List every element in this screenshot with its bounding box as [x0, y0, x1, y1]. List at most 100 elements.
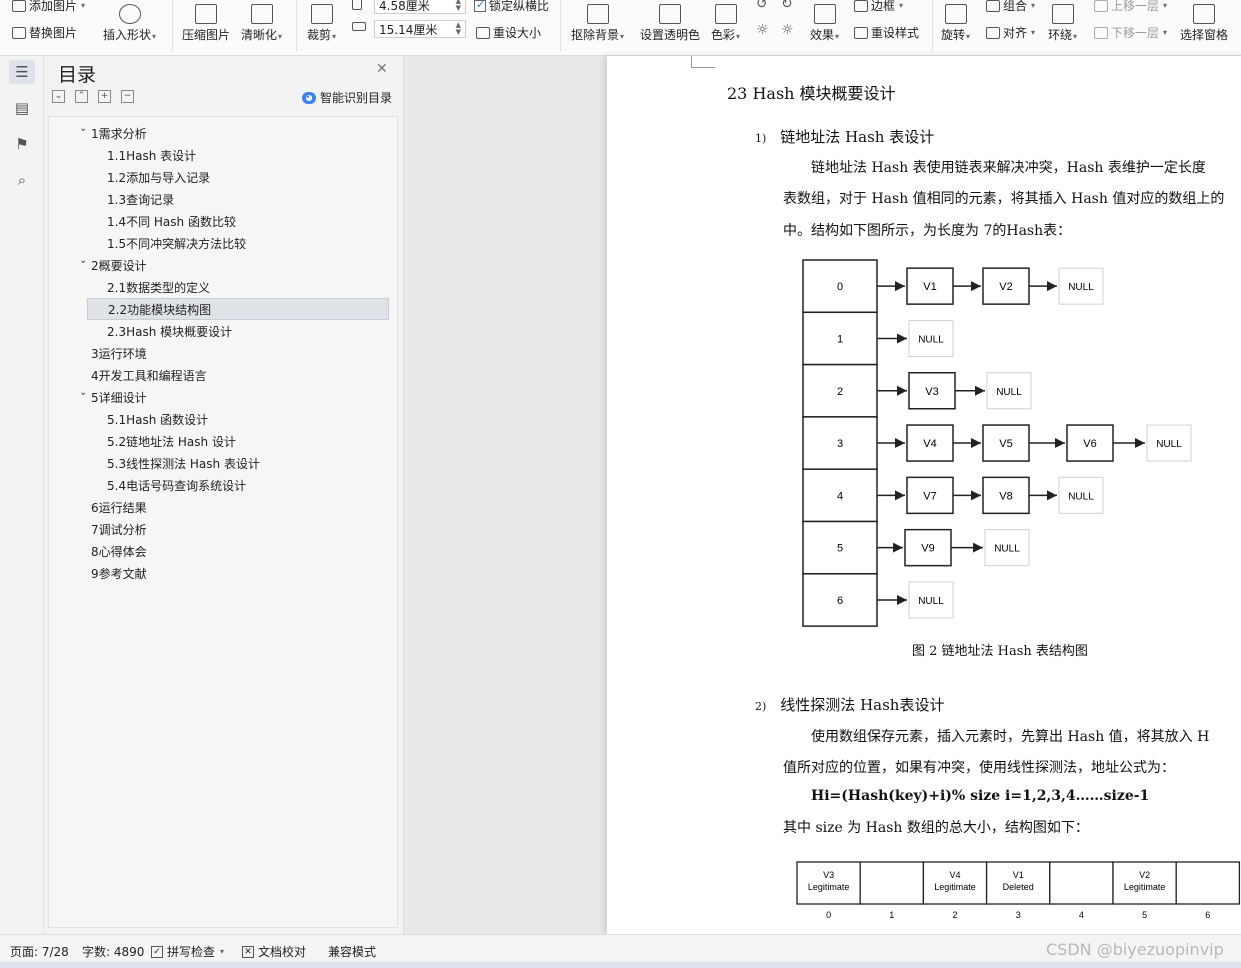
collapse-up-icon[interactable]: ⌃ [75, 90, 88, 103]
width-input[interactable]: 15.14厘米 ▲ ▼ [374, 20, 466, 38]
toc-item[interactable]: ⌄ 1需求分析 [79, 122, 381, 144]
outline-icon[interactable]: ☰ [9, 60, 35, 84]
toc-item[interactable]: 4开发工具和编程语言 [91, 364, 381, 386]
divider [932, 0, 933, 52]
bucket-label: 6 [837, 595, 843, 607]
reset-style-button[interactable]: 重设样式 [854, 24, 919, 41]
color-icon [714, 4, 737, 24]
subsection-heading-1: 1) 链地址法 Hash 表设计 [755, 128, 935, 146]
close-icon[interactable]: ✕ [376, 61, 388, 77]
reset-size-button[interactable]: 重设大小 [476, 24, 541, 41]
bring-forward-icon [1094, 0, 1108, 12]
remove-background-icon [586, 4, 609, 24]
effects-button[interactable]: 效果▾ [810, 4, 839, 43]
expand-all-icon[interactable]: + [98, 90, 111, 103]
word-count[interactable]: 字数: 4890 [82, 943, 144, 960]
arrow-head-icon [1047, 281, 1057, 292]
chain-hash-diagram[interactable]: 0 V1 V2 NULL 1 NULL 2 V3 NULL 3 V4 V5 V6 NULL 4 V7 V8 NUL… [797, 256, 1241, 636]
toc-item[interactable]: ⌄ 5详细设计 [79, 386, 381, 408]
toc-item[interactable]: 1.2添加与导入记录 [87, 166, 389, 188]
brightness-up-icon[interactable]: ☼ [756, 22, 769, 38]
chevron-down-icon[interactable]: ⌄ [79, 255, 87, 266]
set-transparent-button[interactable]: 设置透明色 [640, 4, 700, 43]
search-icon[interactable]: ⌕ [9, 168, 35, 192]
collapse-all-icon[interactable]: − [121, 90, 134, 103]
spin-arrows-icon[interactable]: ▲ ▼ [456, 22, 461, 36]
rotate-right-icon[interactable]: ↻ [781, 0, 793, 12]
arrow-head-icon [971, 438, 981, 449]
chevron-down-icon[interactable]: ⌄ [79, 387, 87, 398]
toc-item[interactable]: 1.5不同冲突解决方法比较 [87, 232, 389, 254]
horizontal-scrollbar[interactable] [0, 962, 1241, 968]
rotate-left-icon[interactable]: ↺ [756, 0, 768, 12]
toc-item[interactable]: 5.3线性探测法 Hash 表设计 [87, 452, 389, 474]
toc-item-label: 5.1Hash 函数设计 [107, 412, 209, 427]
toc-item[interactable]: 1.3查询记录 [87, 188, 389, 210]
toc-item[interactable]: 2.2功能模块结构图 [87, 298, 389, 320]
chevron-down-icon[interactable]: ⌄ [79, 123, 87, 134]
color-button[interactable]: 色彩▾ [711, 4, 740, 43]
align-button[interactable]: 对齐 ▾ [986, 24, 1035, 41]
cell-state: Legitimate [808, 882, 850, 892]
arrow-head-icon [895, 438, 905, 449]
wrap-icon [1051, 4, 1074, 24]
toc-item[interactable]: 6运行结果 [91, 496, 381, 518]
crop-button[interactable]: 裁剪▾ [307, 4, 336, 43]
bookmark-icon[interactable]: ⚑ [9, 132, 35, 156]
sharpen-icon [250, 4, 273, 24]
rotate-button[interactable]: 旋转▾ [941, 4, 970, 43]
sharpen-button[interactable]: 清晰化▾ [241, 4, 282, 43]
paragraph-line: 链地址法 Hash 表使用链表来解决冲突，Hash 表维护一定长度 [811, 160, 1206, 176]
toc-item[interactable]: 5.4电话号码查询系统设计 [87, 474, 389, 496]
toc-item[interactable]: 1.4不同 Hash 函数比较 [87, 210, 389, 232]
chain-node-label: V7 [923, 490, 936, 502]
brightness-down-icon[interactable]: ☼ [781, 22, 794, 38]
wrap-button[interactable]: 环绕▾ [1048, 4, 1077, 43]
spin-arrows-icon[interactable]: ▲ ▼ [456, 0, 461, 12]
lock-ratio-checkbox[interactable]: 锁定纵横比 [474, 0, 549, 14]
toc-item[interactable]: 8心得体会 [91, 540, 381, 562]
page-indicator[interactable]: 页面: 7/28 [10, 943, 69, 960]
chapter-icon[interactable]: ▤ [9, 96, 35, 120]
table-cell [1175, 861, 1241, 905]
chain-node-label: V5 [999, 438, 1012, 450]
spell-check-button[interactable]: ✓ 拼写检查 ▾ [151, 943, 224, 960]
doc-proof-button[interactable]: ✕ 文档校对 [242, 943, 306, 960]
toc-list: ⌄ 1需求分析 1.1Hash 表设计 1.2添加与导入记录 1.3查询记录 1.4不同 … [48, 116, 398, 928]
toc-item[interactable]: 2.3Hash 模块概要设计 [87, 320, 389, 342]
replace-picture-button[interactable]: 替换图片 [12, 24, 77, 41]
remove-background-button[interactable]: 抠除背景▾ [571, 4, 624, 43]
shape-icon [118, 4, 141, 24]
toc-item-label: 2.3Hash 模块概要设计 [107, 324, 233, 339]
toc-item[interactable]: 5.1Hash 函数设计 [87, 408, 389, 430]
toc-item-label: 5.2链地址法 Hash 设计 [107, 434, 236, 449]
height-icon [352, 0, 362, 10]
toc-item[interactable]: 5.2链地址法 Hash 设计 [87, 430, 389, 452]
crop-icon [310, 4, 333, 24]
bring-forward-button[interactable]: 上移一层 ▾ [1094, 0, 1167, 14]
border-button[interactable]: 边框 ▾ [854, 0, 903, 14]
group-button[interactable]: 组合 ▾ [986, 0, 1035, 14]
transparent-color-icon [659, 4, 681, 24]
toc-item[interactable]: ⌄ 2概要设计 [79, 254, 381, 276]
chain-node-label: NULL [918, 334, 944, 345]
arrow-head-icon [897, 333, 907, 344]
toc-item-label: 1需求分析 [91, 126, 147, 141]
cell-index: 0 [826, 910, 831, 920]
linear-probe-diagram[interactable]: V3 Legitimate 0 1 V4 Legitimate 2 V1 Deleted 3 4 V2… [795, 860, 1241, 934]
toc-item[interactable]: 7调试分析 [91, 518, 381, 540]
chain-node-label: NULL [994, 544, 1020, 555]
selection-pane-button[interactable]: 选择窗格 [1180, 4, 1228, 43]
send-backward-button[interactable]: 下移一层 ▾ [1094, 24, 1167, 41]
collapse-down-icon[interactable]: ⌄ [52, 90, 65, 103]
toc-item[interactable]: 2.1数据类型的定义 [87, 276, 389, 298]
height-input[interactable]: 4.58厘米 ▲ ▼ [374, 0, 466, 14]
insert-shape-button[interactable]: 插入形状▾ [103, 4, 156, 43]
smart-toc-button[interactable]: ◕ 智能识别目录 [302, 89, 392, 106]
toc-item[interactable]: 3运行环境 [91, 342, 381, 364]
toc-item[interactable]: 1.1Hash 表设计 [87, 144, 389, 166]
bucket-label: 0 [837, 281, 843, 293]
toc-item[interactable]: 9参考文献 [91, 562, 381, 584]
add-picture-button[interactable]: 添加图片 ▾ [12, 0, 85, 14]
compress-picture-button[interactable]: 压缩图片 [182, 4, 230, 43]
